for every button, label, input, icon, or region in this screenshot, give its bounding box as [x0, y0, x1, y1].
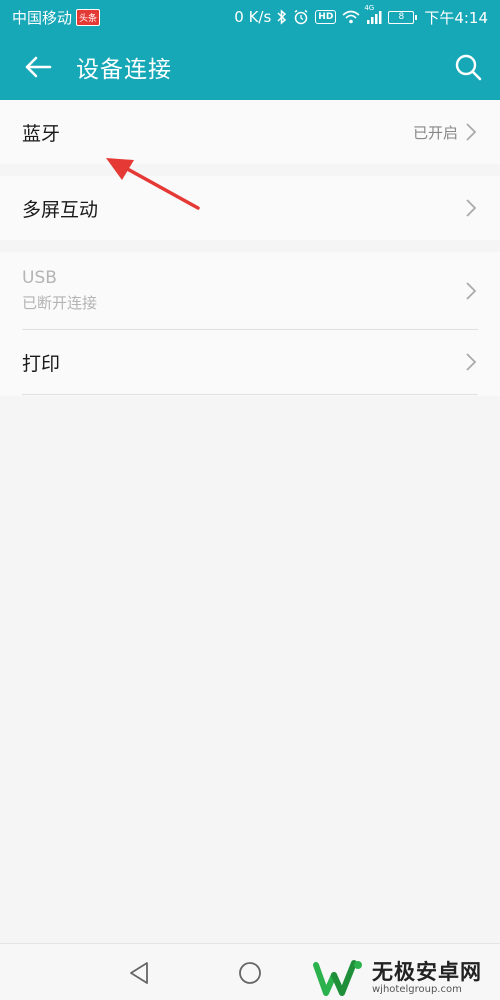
usb-status: 已断开连接: [22, 294, 98, 312]
chevron-right-icon: [466, 353, 477, 371]
chevron-right-icon: [466, 199, 477, 217]
hd-voice-icon: HD: [315, 10, 337, 24]
watermark-name: 无极安卓网: [372, 959, 482, 984]
bluetooth-label: 蓝牙: [22, 122, 61, 145]
battery-icon: 8: [388, 10, 418, 24]
page-title: 设备连接: [76, 57, 172, 83]
back-arrow-icon: [25, 56, 52, 78]
print-row[interactable]: 打印: [0, 330, 500, 394]
divider: [22, 394, 478, 395]
triangle-back-icon: [130, 962, 148, 984]
cellular-signal-icon: 4G: [364, 4, 382, 24]
bluetooth-trail: 已开启: [413, 122, 478, 143]
usb-text: USB 已断开连接: [22, 268, 97, 313]
chevron-right-icon: [466, 123, 477, 141]
watermark-logo: [313, 959, 362, 996]
alarm-icon: [293, 9, 309, 25]
back-button[interactable]: [0, 34, 76, 100]
carrier-group: 中国移动 头条: [12, 7, 101, 28]
nav-home-button[interactable]: [235, 958, 265, 988]
clock: 下午4:14: [424, 8, 488, 27]
print-trail: [464, 352, 478, 372]
bluetooth-icon: [277, 9, 287, 25]
circle-home-icon: [239, 962, 261, 984]
watermark: 无极安卓网 wjhotelgroup.com: [312, 955, 500, 1000]
news-app-icon: 头条: [76, 8, 101, 26]
bluetooth-row[interactable]: 蓝牙 已开启: [0, 100, 500, 164]
usb-print-group: USB 已断开连接 打印: [0, 252, 500, 396]
status-bar: 中国移动 头条 0 K/s HD 4G 8 下午4:14: [0, 0, 500, 34]
usb-label: USB: [22, 268, 57, 288]
chevron-right-icon: [466, 281, 477, 300]
search-icon: [455, 54, 482, 81]
usb-trail: [464, 281, 478, 301]
print-label: 打印: [22, 352, 61, 375]
network-speed: 0 K/s: [234, 8, 272, 26]
multiscreen-label: 多屏互动: [22, 198, 99, 221]
network-type-label: 4G: [364, 4, 375, 12]
status-icons: 0 K/s HD 4G 8 下午4:14: [234, 4, 488, 28]
app-bar: 设备连接: [0, 34, 500, 100]
multiscreen-row[interactable]: 多屏互动: [0, 176, 500, 240]
watermark-text: 无极安卓网 wjhotelgroup.com: [372, 960, 482, 996]
bluetooth-status: 已开启: [412, 123, 458, 142]
carrier-name: 中国移动: [12, 8, 73, 27]
usb-row[interactable]: USB 已断开连接: [0, 252, 500, 329]
bluetooth-group: 蓝牙 已开启: [0, 100, 500, 164]
search-button[interactable]: [436, 34, 500, 100]
multiscreen-trail: [464, 198, 478, 218]
watermark-url: wjhotelgroup.com: [372, 983, 462, 995]
wifi-icon: [342, 10, 360, 24]
multiscreen-group: 多屏互动: [0, 176, 500, 240]
nav-back-button[interactable]: [124, 958, 154, 988]
